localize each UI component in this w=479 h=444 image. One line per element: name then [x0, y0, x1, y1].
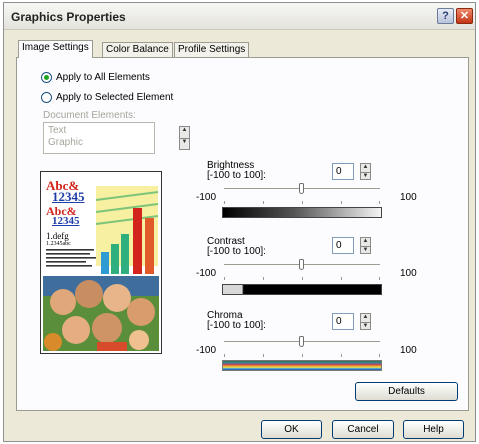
slider-tick: [341, 354, 342, 357]
preview-image: Abc& 12345 Abc& 12345 1.defg 1.2345abc: [40, 171, 162, 354]
slider-tick: [379, 277, 380, 280]
slider-tick: [379, 201, 380, 204]
slider-tick: [263, 201, 264, 204]
brightness-gradient-bar: [222, 207, 382, 218]
brightness-label: Brightness [-100 to 100]:: [207, 161, 266, 181]
document-elements-label: Document Elements:: [43, 110, 136, 121]
contrast-label-range: [-100 to 100]:: [207, 246, 266, 257]
tab-image-settings[interactable]: Image Settings: [18, 40, 93, 58]
brightness-max-label: 100: [400, 192, 417, 203]
document-elements-scroll[interactable]: ▲ ▼: [179, 126, 190, 150]
text-lines-graphic: [46, 249, 96, 267]
brightness-slider-thumb[interactable]: [299, 183, 304, 194]
brightness-label-range: [-100 to 100]:: [207, 170, 266, 181]
slider-tick: [302, 277, 303, 280]
slider-tick: [341, 277, 342, 280]
apply-selected-label[interactable]: Apply to Selected Element: [56, 92, 173, 103]
dialog-title: Graphics Properties: [11, 10, 126, 24]
decrease-icon[interactable]: ▼: [361, 321, 370, 330]
tab-color-balance[interactable]: Color Balance: [102, 42, 173, 57]
contrast-value-input[interactable]: 0: [332, 237, 354, 254]
help-button[interactable]: Help: [403, 420, 464, 439]
contrast-slider-thumb[interactable]: [299, 259, 304, 270]
increase-icon[interactable]: ▲: [361, 314, 370, 322]
contrast-min-label: -100: [196, 268, 217, 279]
slider-tick: [379, 354, 380, 357]
chroma-value-input[interactable]: 0: [332, 313, 354, 330]
increase-icon[interactable]: ▲: [361, 164, 370, 172]
decrease-icon[interactable]: ▼: [361, 245, 370, 254]
list-item[interactable]: Graphic: [48, 137, 83, 148]
tab-profile-settings[interactable]: Profile Settings: [174, 42, 250, 57]
chroma-label: Chroma [-100 to 100]:: [207, 311, 266, 331]
brightness-min-label: -100: [196, 192, 217, 203]
contrast-gradient-bar: [222, 284, 382, 295]
bar-chart-graphic: [95, 186, 159, 274]
list-item[interactable]: Text: [48, 125, 66, 136]
slider-tick: [263, 354, 264, 357]
document-elements-list[interactable]: Text Graphic: [43, 122, 155, 154]
brightness-spinner[interactable]: ▲ ▼: [360, 163, 371, 180]
chroma-min-label: -100: [196, 345, 217, 356]
scroll-up-icon[interactable]: ▲: [180, 127, 189, 138]
chroma-slider-thumb[interactable]: [299, 336, 304, 347]
ok-button[interactable]: OK: [261, 420, 322, 439]
title-bar: Graphics Properties ? ✕: [4, 3, 475, 30]
preview-graphic: [43, 186, 159, 351]
apply-all-radio[interactable]: [41, 72, 52, 83]
image-settings-panel: Apply to All Elements Apply to Selected …: [16, 57, 469, 411]
contrast-max-label: 100: [400, 268, 417, 279]
chroma-spinner[interactable]: ▲ ▼: [360, 313, 371, 330]
slider-tick: [302, 201, 303, 204]
contrast-label: Contrast [-100 to 100]:: [207, 237, 266, 257]
kids-photo: [43, 276, 159, 351]
defaults-button[interactable]: Defaults: [355, 382, 458, 401]
slider-tick: [341, 201, 342, 204]
slider-tick: [263, 277, 264, 280]
contrast-spinner[interactable]: ▲ ▼: [360, 237, 371, 254]
graphics-properties-dialog: Graphics Properties ? ✕ Image Settings C…: [3, 2, 476, 442]
apply-selected-radio[interactable]: [41, 92, 52, 103]
slider-tick: [224, 277, 225, 280]
close-button[interactable]: ✕: [456, 8, 473, 24]
apply-all-label[interactable]: Apply to All Elements: [56, 72, 150, 83]
slider-tick: [302, 354, 303, 357]
title-help-button[interactable]: ?: [437, 8, 454, 24]
chroma-gradient-bar: [222, 360, 382, 371]
scroll-down-icon[interactable]: ▼: [180, 138, 189, 149]
slider-tick: [224, 201, 225, 204]
slider-tick: [224, 354, 225, 357]
cancel-button[interactable]: Cancel: [332, 420, 394, 439]
brightness-value-input[interactable]: 0: [332, 163, 354, 180]
increase-icon[interactable]: ▲: [361, 238, 370, 246]
chroma-label-range: [-100 to 100]:: [207, 320, 266, 331]
chroma-max-label: 100: [400, 345, 417, 356]
decrease-icon[interactable]: ▼: [361, 171, 370, 180]
